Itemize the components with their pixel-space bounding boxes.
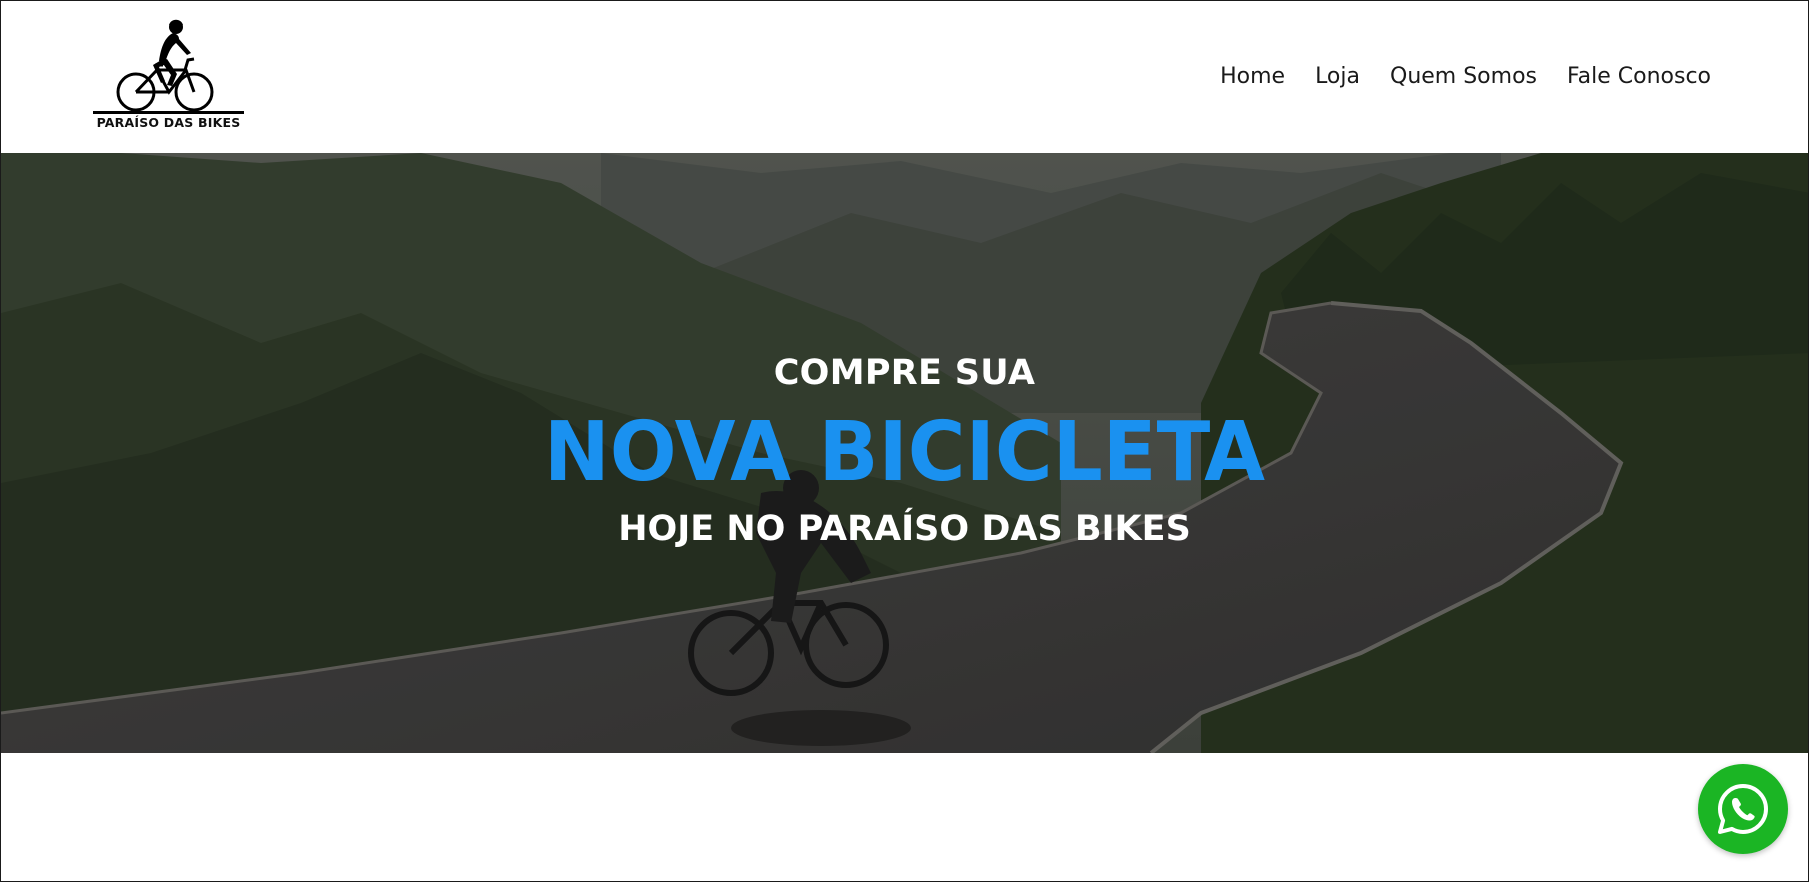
nav-fale-conosco-link[interactable]: Fale Conosco [1567,61,1711,93]
hero-banner: COMPRE SUA NOVA BICICLETA HOJE NO PARAÍS… [1,153,1808,753]
hero-line-hoje-no-paraiso: HOJE NO PARAÍSO DAS BIKES [618,509,1191,549]
page: PARAÍSO DAS BIKES Home Loja Quem Somos F… [0,0,1809,882]
nav-home-link[interactable]: Home [1220,61,1285,93]
nav-loja-link[interactable]: Loja [1315,61,1360,93]
hero-line-compre-sua: COMPRE SUA [773,353,1036,393]
site-header: PARAÍSO DAS BIKES Home Loja Quem Somos F… [1,1,1808,153]
brand-logo[interactable]: PARAÍSO DAS BIKES [91,15,246,133]
cyclist-logo-icon [93,19,244,114]
brand-name: PARAÍSO DAS BIKES [96,115,241,130]
whatsapp-button[interactable] [1698,764,1788,854]
nav-quem-somos-link[interactable]: Quem Somos [1390,61,1537,93]
hero-title-nova-bicicleta: NOVA BICICLETA [543,405,1266,500]
whatsapp-icon [1718,784,1768,834]
main-nav: Home Loja Quem Somos Fale Conosco [1220,61,1711,93]
